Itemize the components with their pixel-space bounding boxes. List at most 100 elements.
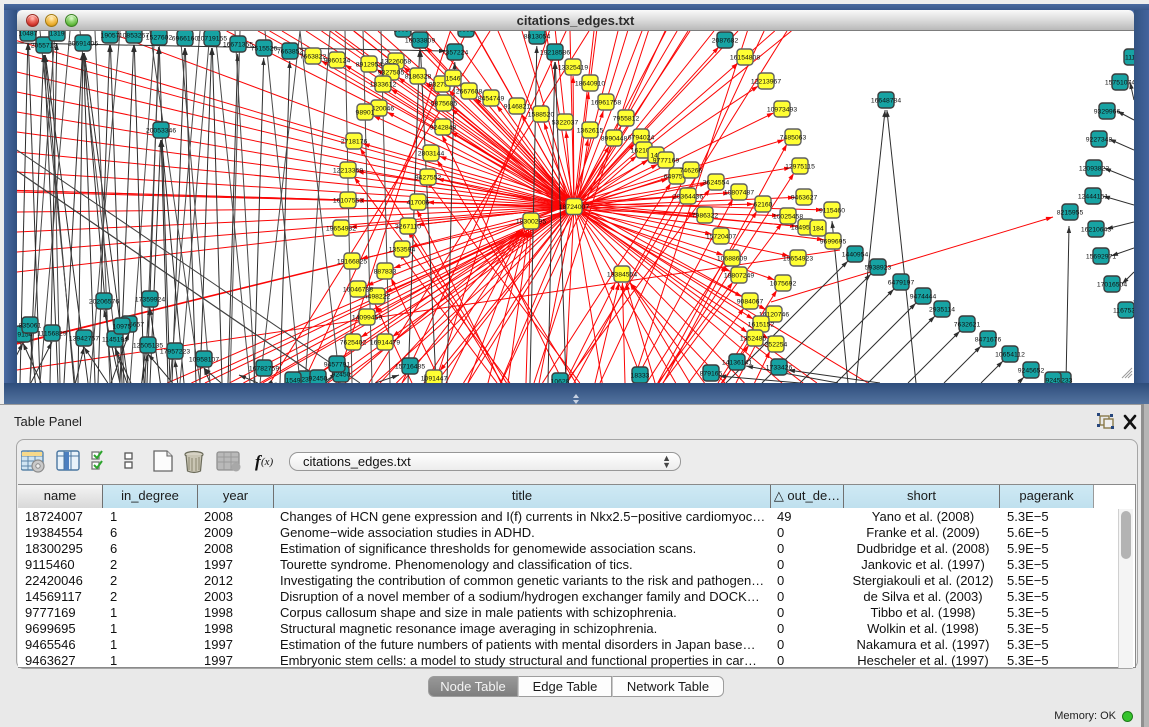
svg-text:15751074: 15751074 <box>1105 80 1134 87</box>
svg-text:1319: 1319 <box>49 31 64 38</box>
svg-text:9245: 9245 <box>1045 378 1060 384</box>
svg-text:1833612: 1833612 <box>370 82 397 89</box>
svg-text:10487: 10487 <box>19 31 38 38</box>
svg-text:10807487: 10807487 <box>724 190 754 197</box>
svg-text:16210643: 16210643 <box>1081 227 1111 234</box>
svg-text:887833: 887833 <box>374 269 397 276</box>
svg-text:9777169: 9777169 <box>653 158 680 165</box>
svg-text:16046738: 16046738 <box>343 287 373 294</box>
svg-text:2087682: 2087682 <box>712 38 739 45</box>
svg-text:18300295: 18300295 <box>516 219 546 226</box>
svg-text:1091447: 1091447 <box>421 376 448 383</box>
svg-text:12213369: 12213369 <box>333 168 363 175</box>
svg-text:12505135: 12505135 <box>133 343 163 350</box>
svg-text:10958107: 10958107 <box>189 357 219 364</box>
svg-text:(x): (x) <box>261 456 274 468</box>
svg-text:10654112: 10654112 <box>995 352 1025 359</box>
svg-text:19037: 19037 <box>394 31 413 34</box>
svg-text:62160: 62160 <box>754 202 773 209</box>
svg-text:17957223: 17957223 <box>160 349 190 356</box>
svg-text:10973493: 10973493 <box>767 107 797 114</box>
svg-text:98901: 98901 <box>356 110 375 117</box>
svg-text:10975: 10975 <box>113 324 132 331</box>
svg-text:13942757: 13942757 <box>69 336 99 343</box>
svg-text:9860124: 9860124 <box>324 58 351 65</box>
svg-text:6479197: 6479197 <box>888 280 915 287</box>
svg-text:6966160: 6966160 <box>172 36 199 43</box>
svg-text:19384554: 19384554 <box>607 272 637 279</box>
svg-text:20691406: 20691406 <box>68 41 98 48</box>
svg-text:15692971: 15692971 <box>1086 254 1116 261</box>
svg-text:1145194: 1145194 <box>102 337 128 344</box>
svg-text:18724007: 18724007 <box>559 204 589 211</box>
svg-text:417006: 417006 <box>407 200 430 207</box>
svg-text:8186328: 8186328 <box>405 74 432 81</box>
svg-text:3267110: 3267110 <box>395 224 421 231</box>
svg-text:7485063: 7485063 <box>780 135 807 142</box>
svg-text:879165: 879165 <box>700 371 723 378</box>
svg-text:10628: 10628 <box>551 379 570 384</box>
svg-text:5875685: 5875685 <box>431 101 458 108</box>
svg-text:19057: 19057 <box>101 33 120 40</box>
svg-text:9699695: 9699695 <box>820 239 847 246</box>
svg-text:8813054: 8813054 <box>524 34 551 41</box>
svg-text:92450: 92450 <box>309 376 328 383</box>
svg-text:2803144: 2803144 <box>418 151 445 158</box>
svg-text:2055712: 2055712 <box>31 43 58 50</box>
svg-text:2935114: 2935114 <box>929 307 955 314</box>
svg-text:1362615: 1362615 <box>577 128 604 135</box>
svg-text:1167533: 1167533 <box>1113 308 1134 315</box>
svg-text:9245652: 9245652 <box>1018 368 1045 375</box>
svg-text:184: 184 <box>812 226 824 233</box>
svg-text:16782759: 16782759 <box>249 366 279 373</box>
svg-text:17016504: 17016504 <box>1097 282 1127 289</box>
svg-text:16671355: 16671355 <box>223 42 253 49</box>
svg-text:5322037: 5322037 <box>552 120 579 127</box>
svg-text:1733426: 1733426 <box>766 365 793 372</box>
svg-text:14136141: 14136141 <box>722 360 752 367</box>
svg-text:9463627: 9463627 <box>791 195 818 202</box>
svg-text:8215955: 8215955 <box>1057 210 1084 217</box>
svg-text:12444151: 12444151 <box>1078 194 1108 201</box>
svg-text:1075692: 1075692 <box>770 281 797 288</box>
svg-text:8454749: 8454749 <box>478 96 505 103</box>
svg-text:16648784: 16648784 <box>871 98 901 105</box>
svg-text:13325419: 13325419 <box>558 65 588 72</box>
svg-text:1527602: 1527602 <box>146 35 173 42</box>
svg-text:9084067: 9084067 <box>737 299 764 306</box>
svg-text:2667608: 2667608 <box>456 89 483 96</box>
svg-text:19654923: 19654923 <box>783 256 813 263</box>
svg-text:18333: 18333 <box>631 373 650 380</box>
svg-text:7663822: 7663822 <box>300 54 327 61</box>
svg-text:9427552: 9427552 <box>415 175 442 182</box>
svg-text:9227342: 9227342 <box>1086 137 1113 144</box>
svg-text:18807249: 18807249 <box>724 273 754 280</box>
svg-text:9146821: 9146821 <box>504 104 531 111</box>
svg-text:16914479: 16914479 <box>370 340 400 347</box>
svg-text:10688609: 10688609 <box>717 256 747 263</box>
svg-text:12975115: 12975115 <box>785 164 815 171</box>
svg-text:8471676: 8471676 <box>975 337 1002 344</box>
svg-text:11156829: 11156829 <box>37 331 66 338</box>
svg-text:19218586: 19218586 <box>540 50 570 57</box>
svg-text:7625402: 7625402 <box>340 340 367 347</box>
svg-text:1546: 1546 <box>445 76 460 83</box>
svg-text:20053346: 20053346 <box>146 128 176 135</box>
svg-text:18640910: 18640910 <box>575 81 605 88</box>
svg-text:5938923: 5938923 <box>865 265 892 272</box>
svg-text:252254: 252254 <box>765 342 788 349</box>
svg-text:16107553: 16107553 <box>333 198 363 205</box>
svg-text:15720407: 15720407 <box>706 234 736 241</box>
svg-text:7955812: 7955812 <box>613 116 640 123</box>
svg-text:14099459: 14099459 <box>352 315 382 322</box>
svg-text:12213967: 12213967 <box>751 79 781 86</box>
svg-text:15716485: 15716485 <box>395 364 425 371</box>
svg-text:16154808: 16154808 <box>730 55 760 62</box>
svg-text:3624554: 3624554 <box>703 180 730 187</box>
svg-text:7515526: 7515526 <box>251 46 278 53</box>
svg-text:6794024: 6794024 <box>628 135 655 142</box>
svg-text:746266: 746266 <box>680 168 703 175</box>
svg-text:9329966: 9329966 <box>1094 109 1121 116</box>
svg-text:19166825: 19166825 <box>337 259 367 266</box>
svg-text:9242848: 9242848 <box>430 125 457 132</box>
